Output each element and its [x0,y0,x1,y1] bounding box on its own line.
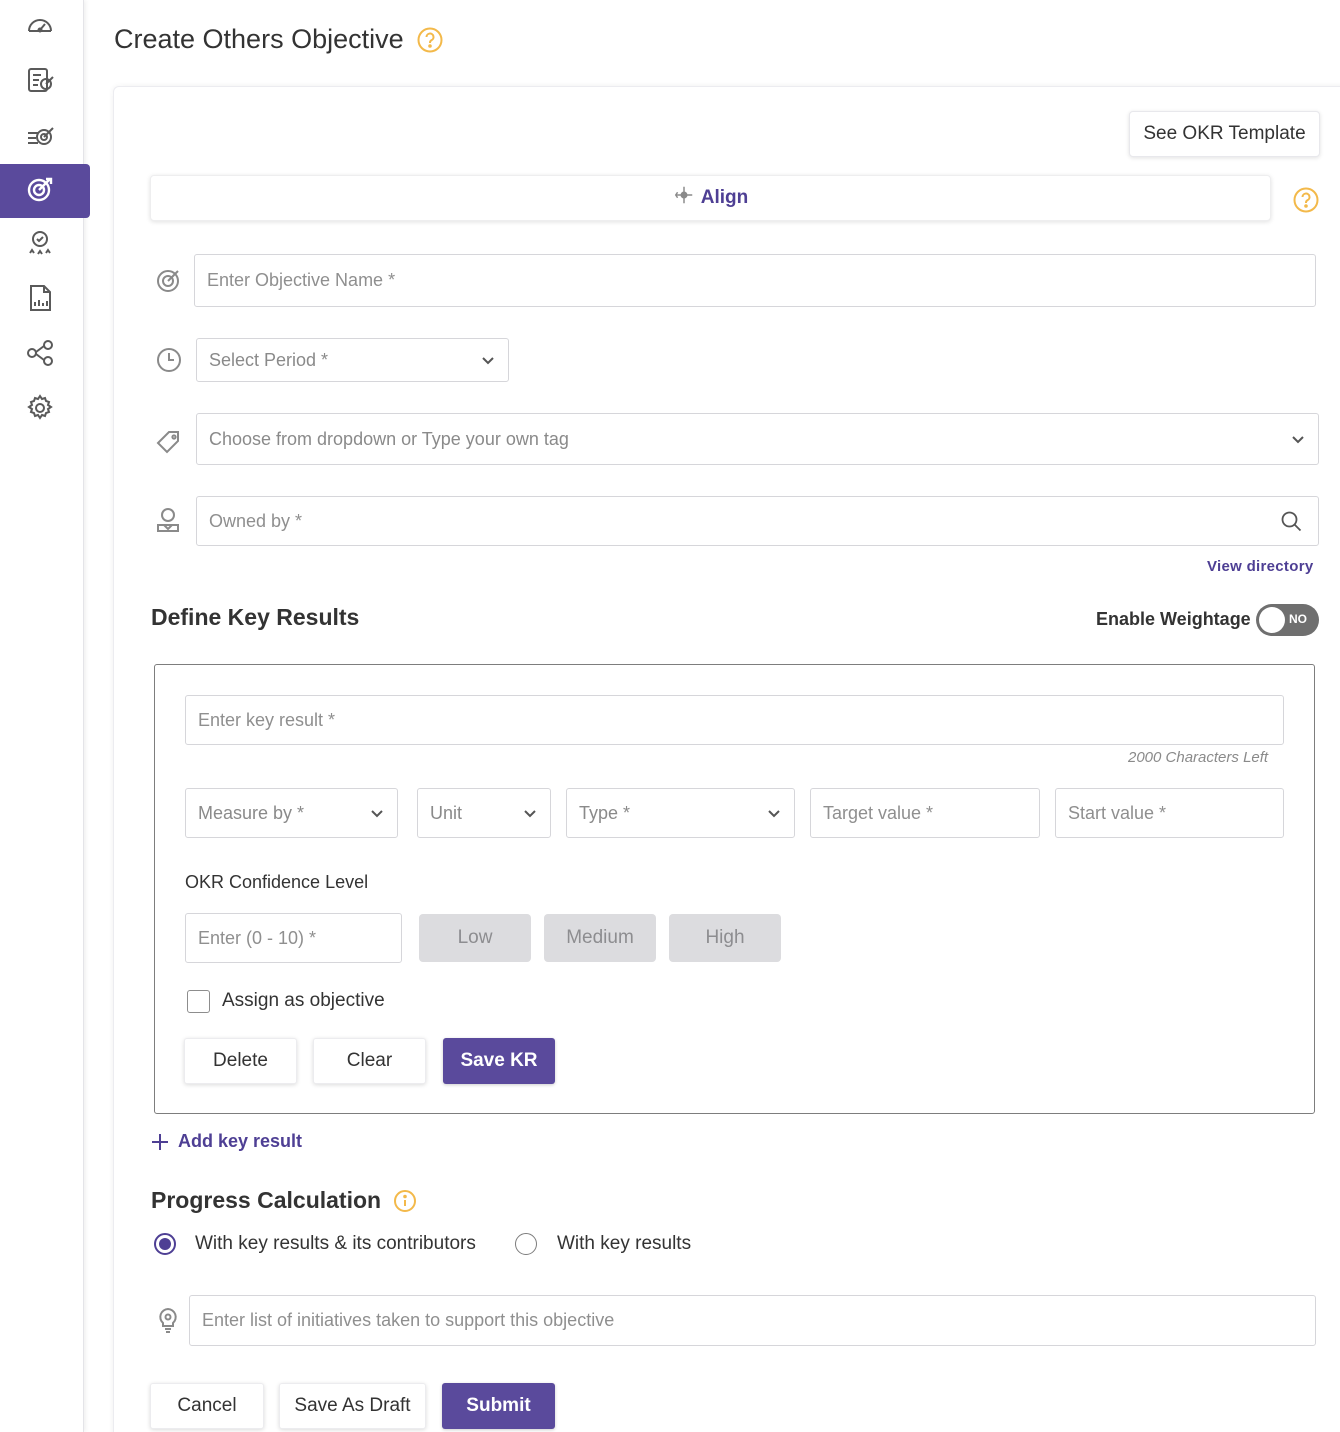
dashboard-icon [24,9,56,46]
add-key-result-button[interactable]: Add key result [150,1131,302,1152]
chevron-down-icon [482,357,494,365]
delete-kr-button[interactable]: Delete [184,1038,297,1084]
weightage-label: Enable Weightage [1096,609,1251,629]
clear-kr-button[interactable]: Clear [313,1038,426,1084]
measure-by-select[interactable]: Measure by * [185,788,398,838]
toggle-knob [1259,607,1285,633]
add-key-result-label: Add key result [178,1131,303,1151]
objective-target-icon [155,266,183,294]
save-kr-button[interactable]: Save KR [443,1038,555,1084]
assign-as-objective-label: Assign as objective [222,990,385,1011]
chevron-down-icon [524,810,536,818]
tag-icon [155,428,183,456]
nav-my-okr[interactable] [0,55,90,109]
team-okr-icon [24,119,56,156]
page-title-row: Create Others Objective [114,24,444,55]
key-result-field[interactable] [185,695,1284,745]
period-select-value: Select Period * [209,349,329,370]
nav-team-okr[interactable] [0,110,90,164]
info-icon[interactable] [393,1189,417,1213]
plus-icon [152,1133,168,1150]
progress-calculation-title: Progress Calculation [151,1187,382,1213]
confidence-medium-button[interactable]: Medium [544,914,656,962]
start-value-field[interactable] [1055,788,1284,838]
settings-icon [24,392,56,429]
confidence-low-button[interactable]: Low [419,914,531,962]
objective-name-field[interactable] [194,254,1316,307]
tag-select-value: Choose from dropdown or Type your own ta… [209,428,569,449]
owner-field[interactable] [196,496,1319,546]
initiatives-field[interactable] [189,1295,1316,1346]
period-select[interactable]: Select Period * [196,338,509,382]
target-value-field[interactable] [810,788,1040,838]
key-result-input[interactable] [198,696,1283,744]
owner-search-input[interactable] [209,497,1318,545]
progress-calculation-header: Progress Calculation [151,1187,417,1214]
submit-button[interactable]: Submit [442,1383,555,1429]
my-okr-icon [24,64,56,101]
save-draft-button[interactable]: Save As Draft [279,1383,426,1429]
key-results-title: Define Key Results [151,604,360,630]
confidence-high-button[interactable]: High [669,914,781,962]
cancel-button[interactable]: Cancel [150,1383,264,1429]
confidence-input[interactable] [198,914,401,962]
chevron-down-icon [768,810,780,818]
progress-radio-contributors-label: With key results & its contributors [195,1233,476,1254]
type-select[interactable]: Type * [566,788,795,838]
progress-radio-contributors[interactable] [154,1233,176,1255]
nav-create-objective[interactable] [0,164,90,218]
confidence-label: OKR Confidence Level [185,872,369,892]
nav-reports[interactable] [0,273,90,327]
chevron-down-icon [371,810,383,818]
unit-value: Unit [430,802,463,823]
help-icon[interactable] [416,26,444,54]
owner-icon [155,506,183,534]
tag-select[interactable]: Choose from dropdown or Type your own ta… [196,413,1319,465]
nav-reviews[interactable] [0,218,90,272]
weightage-toggle[interactable]: NO [1256,604,1319,636]
clock-icon [155,346,183,374]
measure-by-value: Measure by * [198,802,305,823]
search-icon[interactable] [1280,510,1302,532]
sidebar [0,0,90,1432]
chevron-down-icon [1292,436,1304,444]
see-okr-template-button[interactable]: See OKR Template [1129,111,1320,157]
confidence-field[interactable] [185,913,402,963]
align-icon [673,184,695,212]
objective-name-input[interactable] [207,255,1315,306]
page-title: Create Others Objective [114,24,404,54]
reviews-icon [24,227,56,264]
create-objective-icon [24,173,56,210]
reports-icon [24,282,56,319]
nav-alignment[interactable] [0,328,90,382]
nav-dashboard[interactable] [0,0,90,54]
align-help-icon[interactable] [1292,186,1320,219]
target-value-input[interactable] [823,789,1039,837]
initiative-bulb-icon [154,1306,182,1334]
view-directory-link[interactable]: View directory [1207,558,1313,575]
toggle-state: NO [1289,612,1307,626]
alignment-map-icon [24,337,56,374]
nav-settings[interactable] [0,383,90,437]
initiatives-input[interactable] [202,1296,1315,1345]
assign-as-objective-checkbox[interactable] [187,990,210,1013]
type-value: Type * [579,802,631,823]
progress-radio-key-results-label: With key results [557,1233,692,1254]
progress-radio-key-results[interactable] [515,1233,537,1255]
unit-select[interactable]: Unit [417,788,551,838]
align-button[interactable]: Align [150,175,1271,221]
align-label: Align [700,187,749,208]
chars-left-counter: 2000 Characters Left [1128,749,1269,766]
start-value-input[interactable] [1068,789,1283,837]
